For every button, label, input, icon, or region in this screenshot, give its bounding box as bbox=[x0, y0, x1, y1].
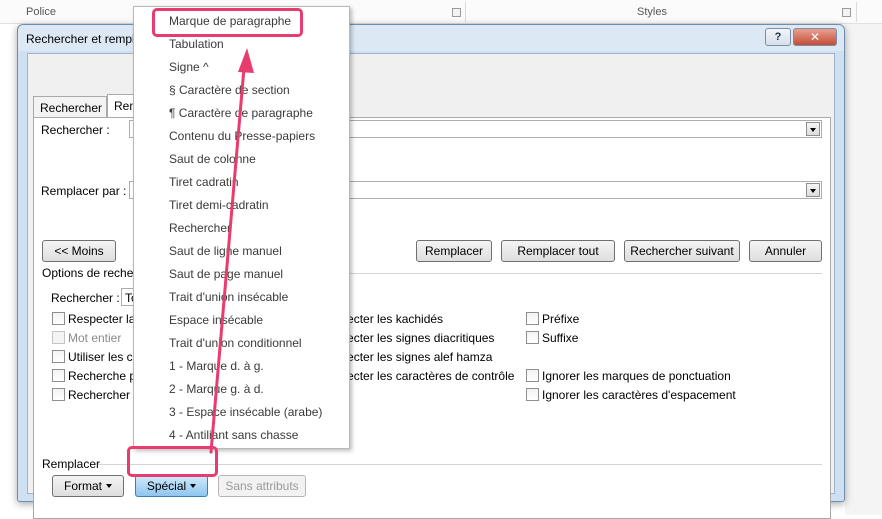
dialog-launcher-icon[interactable] bbox=[842, 8, 851, 17]
menu-item-label: Signe ^ bbox=[169, 60, 209, 74]
close-button[interactable]: ✕ bbox=[793, 28, 837, 46]
menu-item-manual-page-break[interactable]: Saut de page manuel bbox=[135, 263, 348, 286]
menu-item-label: ¶ Caractère de paragraphe bbox=[169, 106, 313, 120]
menu-item-ltr-mark[interactable]: 2 - Marque g. à d. bbox=[135, 378, 348, 401]
ignore-whitespace-checkbox[interactable] bbox=[526, 388, 539, 401]
suffix-checkbox[interactable] bbox=[526, 331, 539, 344]
less-button[interactable]: << Moins bbox=[42, 240, 116, 262]
find-next-button[interactable]: Rechercher suivant bbox=[624, 240, 740, 262]
menu-item-label: Saut de page manuel bbox=[169, 267, 284, 281]
ribbon-separator bbox=[856, 2, 857, 22]
sounds-like-checkbox[interactable] bbox=[52, 369, 65, 382]
menu-item-rtl-mark[interactable]: 1 - Marque d. à g. bbox=[135, 355, 348, 378]
cancel-button[interactable]: Annuler bbox=[749, 240, 822, 262]
special-button-label: Spécial bbox=[146, 479, 187, 493]
special-dropdown-menu: Marque de paragraphe Tabulation Signe ^ § C… bbox=[133, 6, 350, 449]
chevron-down-icon[interactable] bbox=[806, 183, 820, 197]
ribbon-group-police: Police bbox=[26, 6, 56, 18]
menu-item-label: Tabulation bbox=[169, 37, 224, 51]
ignore-whitespace-label: Ignorer les caractères d'espacement bbox=[542, 388, 736, 402]
menu-item-manual-line-break[interactable]: Saut de ligne manuel bbox=[135, 240, 348, 263]
menu-item-label: 2 - Marque g. à d. bbox=[169, 382, 264, 396]
menu-item-optional-hyphen[interactable]: Trait d'union conditionnel bbox=[135, 332, 348, 355]
menu-item-label: 3 - Espace insécable (arabe) bbox=[169, 405, 323, 419]
replace-all-button[interactable]: Remplacer tout bbox=[501, 240, 615, 262]
whole-word-label: Mot entier bbox=[68, 331, 122, 345]
menu-item-label: Saut de colonne bbox=[169, 152, 256, 166]
format-button-label: Format bbox=[63, 479, 102, 493]
ribbon-group-styles: Styles bbox=[637, 6, 667, 18]
chevron-down-icon bbox=[106, 484, 112, 488]
prefix-checkbox[interactable] bbox=[526, 312, 539, 325]
chevron-down-icon bbox=[190, 484, 197, 488]
menu-item-label: § Caractère de section bbox=[169, 83, 290, 97]
divider bbox=[98, 464, 822, 465]
help-button[interactable]: ? bbox=[765, 28, 791, 46]
tab-rechercher[interactable]: Rechercher bbox=[33, 96, 107, 117]
special-button[interactable]: Spécial bbox=[135, 475, 208, 497]
menu-item-nonbreaking-hyphen[interactable]: Trait d'union insécable bbox=[135, 286, 348, 309]
menu-item-label: Trait d'union conditionnel bbox=[169, 336, 302, 350]
menu-item-label: 4 - Antiliant sans chasse bbox=[169, 428, 299, 442]
replace-section-label: Remplacer bbox=[42, 457, 101, 471]
chevron-down-icon[interactable] bbox=[806, 122, 820, 136]
match-case-checkbox[interactable] bbox=[52, 312, 65, 325]
all-word-forms-checkbox[interactable] bbox=[52, 388, 65, 401]
menu-item-zero-width-non-joiner[interactable]: 4 - Antiliant sans chasse bbox=[135, 424, 348, 447]
replace-label: Remplacer par : bbox=[41, 184, 127, 198]
menu-item-tab-character[interactable]: Tabulation bbox=[135, 33, 348, 56]
menu-item-paragraph-mark[interactable]: Marque de paragraphe bbox=[135, 10, 348, 33]
ignore-punctuation-label: Ignorer les marques de ponctuation bbox=[542, 369, 731, 383]
menu-item-en-dash[interactable]: Tiret demi-cadratin bbox=[135, 194, 348, 217]
menu-item-label: Marque de paragraphe bbox=[169, 14, 292, 28]
menu-item-column-break[interactable]: Saut de colonne bbox=[135, 148, 348, 171]
ribbon-separator bbox=[465, 2, 466, 22]
no-attributes-button[interactable]: Sans attributs bbox=[218, 475, 306, 497]
find-label: Rechercher : bbox=[41, 123, 110, 137]
menu-item-label: 1 - Marque d. à g. bbox=[169, 359, 264, 373]
menu-item-nonbreaking-space[interactable]: Espace insécable bbox=[135, 309, 348, 332]
menu-item-section-character[interactable]: § Caractère de section bbox=[135, 79, 348, 102]
menu-item-label: Tiret demi-cadratin bbox=[169, 198, 269, 212]
dialog-launcher-icon[interactable] bbox=[452, 8, 461, 17]
format-button[interactable]: Format bbox=[52, 475, 124, 497]
whole-word-checkbox[interactable] bbox=[52, 331, 65, 344]
menu-item-find-what-text[interactable]: Rechercher bbox=[135, 217, 348, 240]
menu-item-label: Rechercher bbox=[169, 221, 232, 235]
wildcards-checkbox[interactable] bbox=[52, 350, 65, 363]
menu-item-paragraph-character[interactable]: ¶ Caractère de paragraphe bbox=[135, 102, 348, 125]
menu-item-caret-character[interactable]: Signe ^ bbox=[135, 56, 348, 79]
menu-item-em-dash[interactable]: Tiret cadratin bbox=[135, 171, 348, 194]
menu-item-arabic-nonbreaking-space[interactable]: 3 - Espace insécable (arabe) bbox=[135, 401, 348, 424]
ignore-punctuation-checkbox[interactable] bbox=[526, 369, 539, 382]
search-direction-label: Rechercher : bbox=[51, 291, 120, 305]
suffix-label: Suffixe bbox=[542, 331, 579, 345]
prefix-label: Préfixe bbox=[542, 312, 580, 326]
menu-item-label: Espace insécable bbox=[169, 313, 264, 327]
menu-item-label: Contenu du Presse-papiers bbox=[169, 129, 316, 143]
menu-item-clipboard-contents[interactable]: Contenu du Presse-papiers bbox=[135, 125, 348, 148]
menu-item-label: Trait d'union insécable bbox=[169, 290, 289, 304]
menu-item-label: Tiret cadratin bbox=[169, 175, 239, 189]
replace-button[interactable]: Remplacer bbox=[416, 240, 492, 262]
menu-item-label: Saut de ligne manuel bbox=[169, 244, 282, 258]
document-background bbox=[845, 24, 882, 515]
